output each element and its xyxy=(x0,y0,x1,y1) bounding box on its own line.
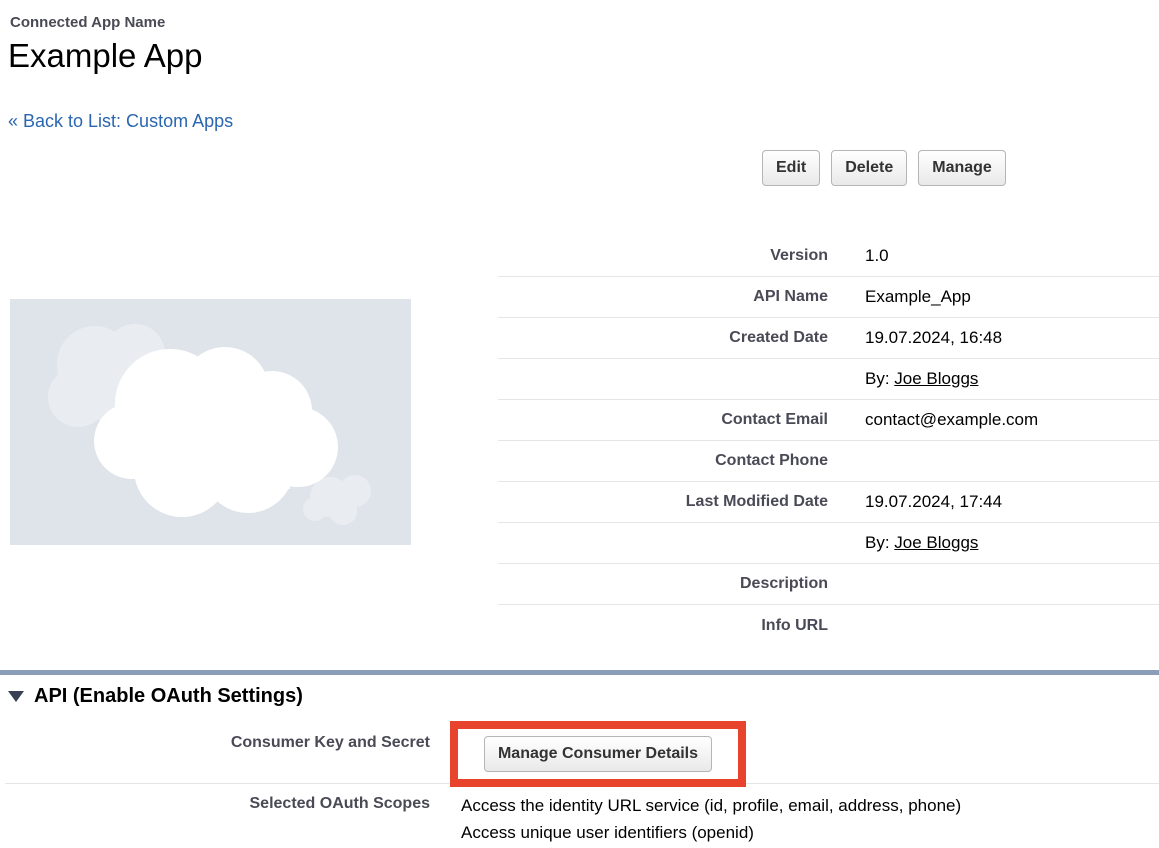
detail-table: Version 1.0 API Name Example_App Created… xyxy=(498,236,1159,646)
field-value: By: Joe Bloggs xyxy=(828,533,978,553)
detail-row-api-name: API Name Example_App xyxy=(498,277,1159,318)
detail-row-description: Description xyxy=(498,564,1159,605)
field-label: Info URL xyxy=(498,617,828,635)
field-label: Description xyxy=(498,575,828,593)
field-label: Version xyxy=(498,247,828,265)
detail-row-info-url: Info URL xyxy=(498,605,1159,646)
by-prefix: By: xyxy=(865,369,894,388)
manage-consumer-details-button[interactable]: Manage Consumer Details xyxy=(484,736,712,772)
selected-oauth-scopes-label: Selected OAuth Scopes xyxy=(0,792,430,846)
annotation-highlight-box: Manage Consumer Details xyxy=(450,721,746,787)
oauth-section-header: API (Enable OAuth Settings) xyxy=(8,685,303,708)
record-type-label: Connected App Name xyxy=(10,14,165,31)
field-label: Contact Email xyxy=(498,411,828,429)
detail-row-created-by: By: Joe Bloggs xyxy=(498,359,1159,400)
detail-row-contact-email: Contact Email contact@example.com xyxy=(498,400,1159,441)
field-label: Contact Phone xyxy=(498,452,828,470)
field-label: API Name xyxy=(498,288,828,306)
edit-button[interactable]: Edit xyxy=(762,150,820,186)
field-value: contact@example.com xyxy=(828,410,1038,430)
by-prefix: By: xyxy=(865,533,894,552)
oauth-section-title: API (Enable OAuth Settings) xyxy=(34,685,303,708)
field-value: 19.07.2024, 17:44 xyxy=(828,492,1002,512)
consumer-key-secret-label: Consumer Key and Secret xyxy=(0,734,430,752)
page-title: Example App xyxy=(8,37,202,75)
field-label: Created Date xyxy=(498,329,828,347)
cloud-icon xyxy=(10,299,411,545)
field-value: 1.0 xyxy=(828,246,889,266)
detail-row-last-modified-date: Last Modified Date 19.07.2024, 17:44 xyxy=(498,482,1159,523)
field-label: Last Modified Date xyxy=(498,493,828,511)
manage-button[interactable]: Manage xyxy=(918,150,1006,186)
action-toolbar: Edit Delete Manage xyxy=(762,150,1006,186)
detail-row-version: Version 1.0 xyxy=(498,236,1159,277)
oauth-scopes-values: Access the identity URL service (id, pro… xyxy=(461,792,961,846)
field-value xyxy=(828,625,865,626)
detail-row-modified-by: By: Joe Bloggs xyxy=(498,523,1159,564)
section-divider-bar xyxy=(0,670,1159,675)
oauth-scope-item: Access the identity URL service (id, pro… xyxy=(461,792,961,819)
detail-row-created-date: Created Date 19.07.2024, 16:48 xyxy=(498,318,1159,359)
field-value: By: Joe Bloggs xyxy=(828,369,978,389)
back-to-list-link[interactable]: « Back to List: Custom Apps xyxy=(8,111,233,132)
section-collapse-icon[interactable] xyxy=(8,691,24,702)
modified-by-user-link[interactable]: Joe Bloggs xyxy=(894,533,978,552)
detail-row-contact-phone: Contact Phone xyxy=(498,441,1159,482)
delete-button[interactable]: Delete xyxy=(831,150,907,186)
field-value xyxy=(828,461,865,462)
field-value xyxy=(828,584,865,585)
app-logo-image xyxy=(10,299,411,545)
selected-oauth-scopes-row: Selected OAuth Scopes Access the identit… xyxy=(0,792,1159,846)
field-value: 19.07.2024, 16:48 xyxy=(828,328,1002,348)
oauth-scope-item: Access unique user identifiers (openid) xyxy=(461,819,961,846)
created-by-user-link[interactable]: Joe Bloggs xyxy=(894,369,978,388)
field-value: Example_App xyxy=(828,287,971,307)
